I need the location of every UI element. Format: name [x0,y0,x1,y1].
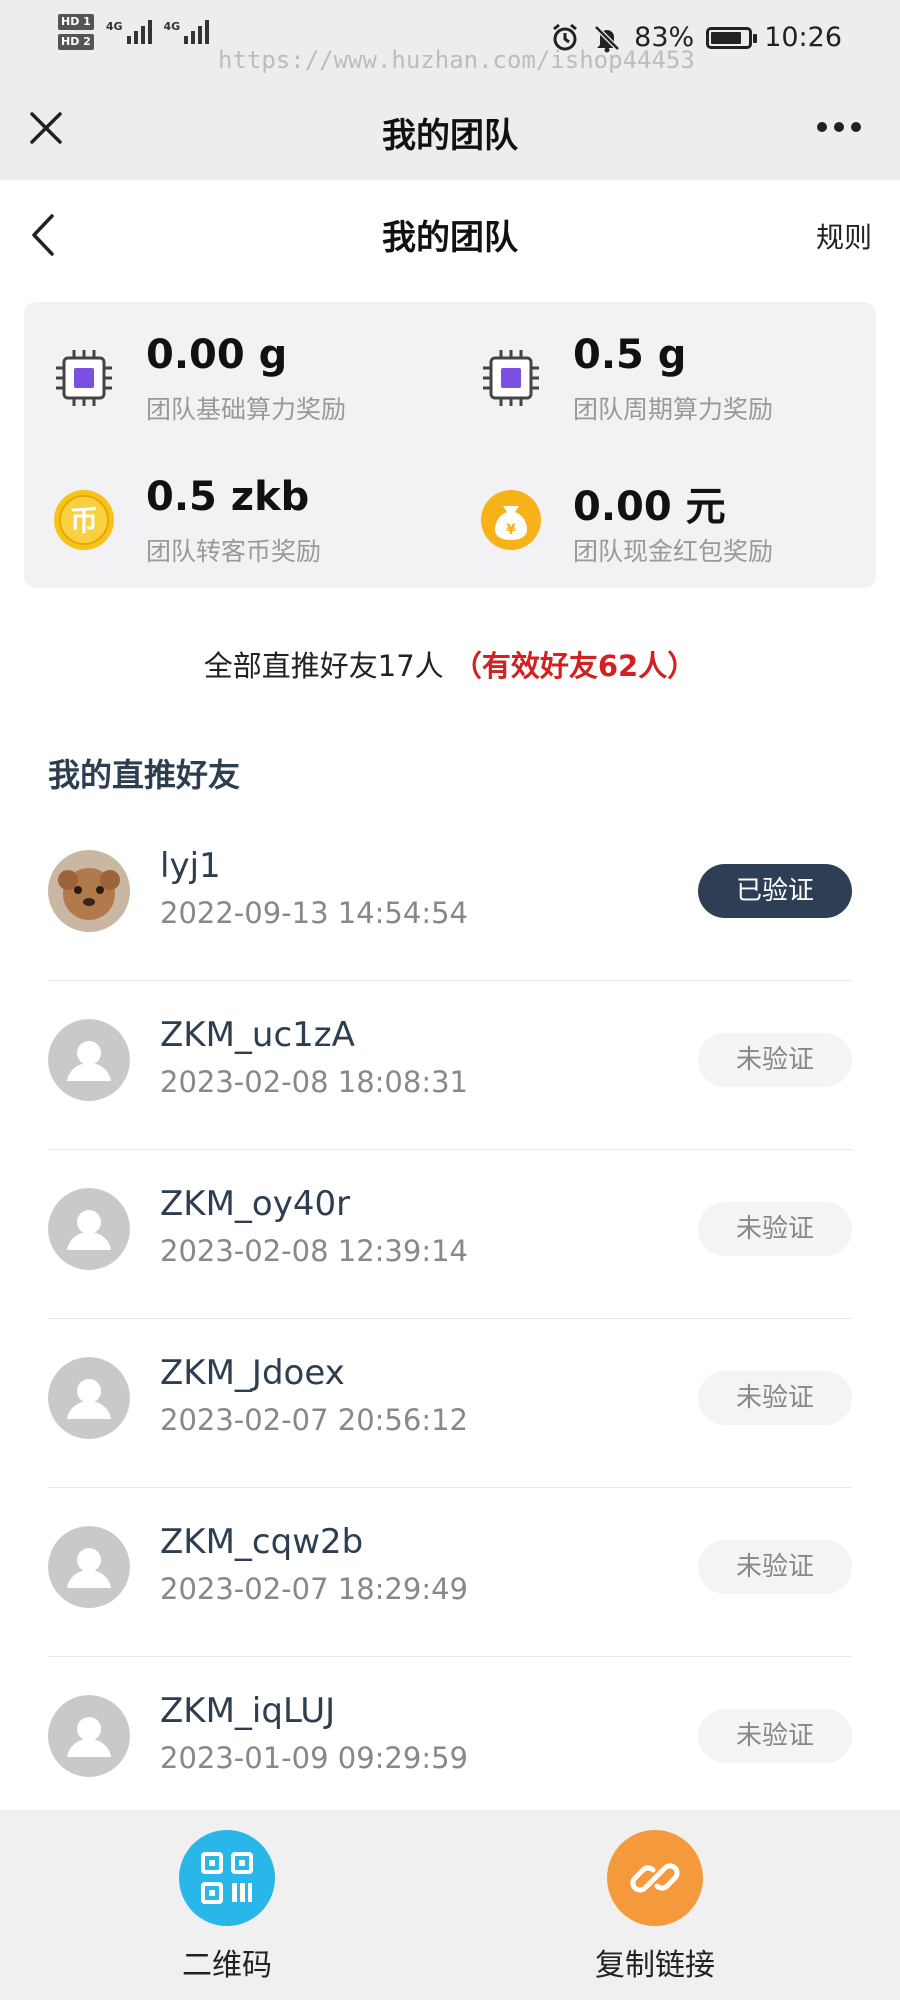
list-item[interactable]: ZKM_cqw2b 2023-02-07 18:29:49 未验证 [48,1488,852,1657]
qrcode-label: 二维码 [182,1948,272,1983]
reward-label: 团队基础算力奖励 [146,395,347,424]
chip-icon [483,350,539,406]
list-item[interactable]: ZKM_uc1zA 2023-02-08 18:08:31 未验证 [48,981,852,1150]
friend-name: ZKM_cqw2b [160,1522,364,1562]
status-badge: 未验证 [698,1371,852,1425]
list-item[interactable]: lyj1 2022-09-13 14:54:54 已验证 [48,812,852,981]
signal-bars-icon [184,20,210,44]
friend-name: lyj1 [160,846,221,886]
signal-indicators: HD 1 HD 2 4G 4G [58,14,210,50]
clock: 10:26 [764,22,842,53]
list-item[interactable]: ZKM_Jdoex 2023-02-07 20:56:12 未验证 [48,1319,852,1488]
friend-name: ZKM_Jdoex [160,1353,345,1393]
friend-name: ZKM_iqLUJ [160,1691,336,1731]
friend-join-time: 2023-02-08 12:39:14 [160,1234,468,1268]
reward-cash-redpacket: ¥ 0.00 元 团队现金红包奖励 [479,474,879,574]
avatar [48,1019,130,1101]
avatar [48,1695,130,1777]
summary-total: 全部直推好友17人 [203,649,444,683]
qrcode-button[interactable]: 二维码 [127,1830,327,1984]
page-header: 我的团队 规则 [0,180,900,290]
status-badge: 未验证 [698,1033,852,1087]
bottom-action-bar: 二维码 复制链接 [0,1810,900,2000]
more-options-icon[interactable] [816,120,862,134]
watermark: https://www.huzhan.com/ishop44453 [218,46,695,74]
qrcode-icon [201,1852,253,1904]
reward-value: 0.00 元 [573,484,726,530]
status-badge: 未验证 [698,1709,852,1763]
reward-label: 团队周期算力奖励 [573,395,774,424]
copy-link-button[interactable]: 复制链接 [555,1830,755,1984]
friend-join-time: 2022-09-13 14:54:54 [160,896,468,930]
svg-text:币: 币 [70,504,98,537]
reward-value: 0.5 g [573,332,687,378]
friends-summary: 全部直推好友17人 （有效好友62人） [0,610,900,722]
status-bar: HD 1 HD 2 4G 4G 83% 10:26 https://www.hu… [0,0,900,78]
friend-list: lyj1 2022-09-13 14:54:54 已验证 ZKM_uc1zA 2023-… [48,812,852,1810]
list-item[interactable]: ZKM_oy40r 2023-02-08 12:39:14 未验证 [48,1150,852,1319]
status-badge: 未验证 [698,1202,852,1256]
hd1-label: HD 1 [58,14,94,30]
friend-name: ZKM_oy40r [160,1184,351,1224]
reward-zkb-coin: 币 0.5 zkb 团队转客币奖励 [52,474,452,574]
reward-value: 0.00 g [146,332,288,378]
reward-value: 0.5 zkb [146,474,310,520]
direct-friends-section: 我的直推好友 lyj1 2022-09-13 14:54:54 已验证 ZKM_uc1… [0,722,900,1810]
avatar [48,1188,130,1270]
copy-link-label: 复制链接 [595,1948,715,1983]
team-rewards-card: 0.00 g 团队基础算力奖励 0.5 g 团队周期算力奖励 币 0.5 zkb… [24,302,876,588]
money-bag-icon: ¥ [481,490,541,550]
status-badge: 未验证 [698,1540,852,1594]
reward-base-hashrate: 0.00 g 团队基础算力奖励 [52,332,452,432]
net1-label: 4G [105,20,123,33]
reward-label: 团队现金红包奖励 [573,537,774,566]
webview-bar: 我的团队 [0,78,900,180]
avatar [48,850,130,932]
chip-icon [56,350,112,406]
coin-icon: 币 [54,490,114,550]
webview-title: 我的团队 [382,116,518,156]
friends-heading: 我的直推好友 [48,756,241,794]
net2-label: 4G [163,20,181,33]
hd2-label: HD 2 [58,34,94,50]
reward-period-hashrate: 0.5 g 团队周期算力奖励 [479,332,879,432]
team-rewards-section: 0.00 g 团队基础算力奖励 0.5 g 团队周期算力奖励 币 0.5 zkb… [0,290,900,610]
page-title: 我的团队 [382,218,518,258]
friend-join-time: 2023-02-07 20:56:12 [160,1403,468,1437]
battery-icon [706,26,758,49]
friend-join-time: 2023-01-09 09:29:59 [160,1741,468,1775]
friend-join-time: 2023-02-08 18:08:31 [160,1065,468,1099]
reward-label: 团队转客币奖励 [146,537,322,566]
signal-bars-icon [126,20,152,44]
status-badge: 已验证 [698,864,852,918]
friend-join-time: 2023-02-07 18:29:49 [160,1572,468,1606]
list-item[interactable]: ZKM_iqLUJ 2023-01-09 09:29:59 未验证 [48,1657,852,1810]
link-icon [630,1863,680,1893]
rules-link[interactable]: 规则 [816,216,872,256]
avatar [48,1526,130,1608]
summary-valid: （有效好友62人） [452,649,697,683]
svg-text:¥: ¥ [506,522,516,538]
avatar [48,1357,130,1439]
friend-name: ZKM_uc1zA [160,1015,355,1055]
